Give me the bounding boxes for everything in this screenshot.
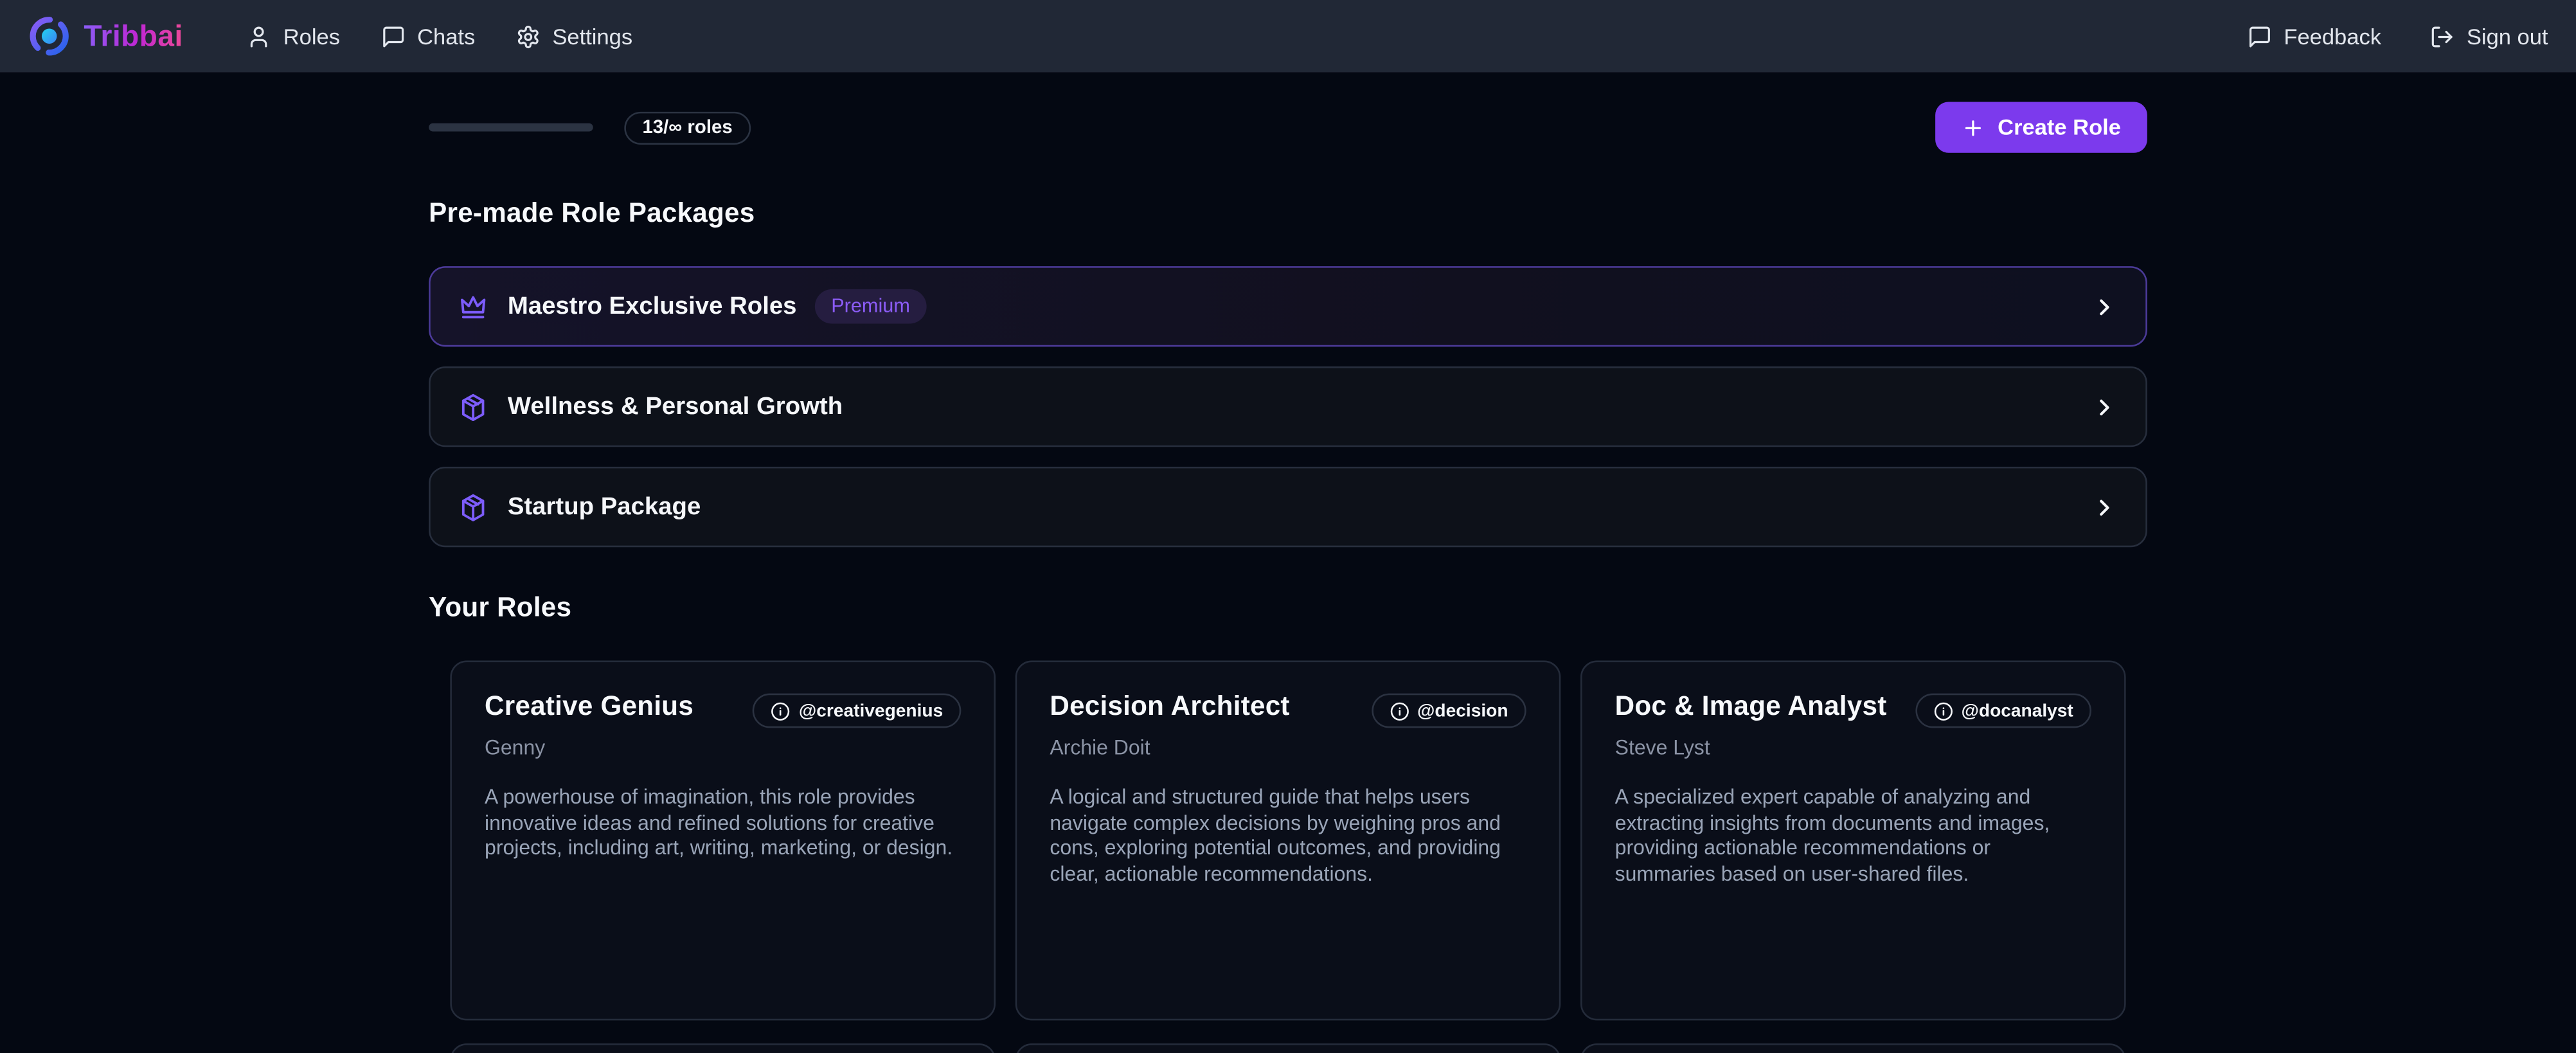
chevron-right-icon bbox=[2091, 494, 2118, 520]
role-card-doc-image-analyst[interactable]: Doc & Image Analyst @docanalyst Steve Ly… bbox=[1580, 661, 2126, 1021]
role-card-decision-architect[interactable]: Decision Architect @decision Archie Doit… bbox=[1015, 661, 1561, 1021]
nav-links: Roles Chats Settings bbox=[247, 24, 632, 48]
info-icon bbox=[1933, 701, 1953, 721]
create-role-label: Create Role bbox=[1998, 115, 2121, 140]
package-label: Maestro Exclusive Roles bbox=[508, 292, 797, 320]
role-cards-grid-partial bbox=[429, 1043, 2147, 1053]
feedback-label: Feedback bbox=[2284, 24, 2381, 48]
premium-badge: Premium bbox=[815, 289, 927, 324]
user-icon bbox=[247, 24, 271, 48]
roles-count-badge: 13/∞ roles bbox=[624, 111, 751, 144]
role-card-partial[interactable] bbox=[450, 1043, 996, 1053]
main-content: 13/∞ roles Create Role Pre-made Role Pac… bbox=[429, 72, 2147, 1053]
brand-name: Tribbai bbox=[84, 19, 183, 53]
role-card-creative-genius[interactable]: Creative Genius @creativegenius Genny A … bbox=[450, 661, 996, 1021]
role-handle-badge[interactable]: @decision bbox=[1371, 694, 1526, 728]
crown-icon bbox=[458, 292, 488, 321]
roles-meter-row: 13/∞ roles Create Role bbox=[429, 102, 2147, 152]
package-label: Startup Package bbox=[508, 493, 701, 521]
create-role-button[interactable]: Create Role bbox=[1935, 102, 2147, 152]
chevron-right-icon bbox=[2091, 393, 2118, 420]
package-row-maestro[interactable]: Maestro Exclusive Roles Premium bbox=[429, 266, 2147, 346]
nav-item-chats[interactable]: Chats bbox=[381, 24, 475, 48]
nav-item-label: Chats bbox=[417, 24, 475, 48]
info-icon bbox=[771, 701, 791, 721]
info-icon bbox=[1390, 701, 1409, 721]
nav-item-settings[interactable]: Settings bbox=[516, 24, 632, 48]
card-header: Creative Genius @creativegenius bbox=[485, 692, 961, 728]
role-subtitle: Steve Lyst bbox=[1615, 736, 2091, 759]
signout-label: Sign out bbox=[2467, 24, 2548, 48]
role-handle-badge[interactable]: @docanalyst bbox=[1915, 694, 2091, 728]
brand-logo[interactable]: Tribbai bbox=[28, 15, 183, 57]
package-label: Wellness & Personal Growth bbox=[508, 393, 843, 420]
plus-icon bbox=[1962, 116, 1985, 139]
brand-logo-icon bbox=[28, 15, 70, 57]
feedback-bubble-icon bbox=[2248, 24, 2272, 48]
role-title: Doc & Image Analyst bbox=[1615, 692, 1887, 723]
package-row-startup[interactable]: Startup Package bbox=[429, 467, 2147, 547]
signout-button[interactable]: Sign out bbox=[2431, 24, 2548, 48]
package-box-icon bbox=[458, 392, 488, 422]
navbar: Tribbai Roles Chats bbox=[0, 0, 2576, 72]
nav-item-label: Settings bbox=[552, 24, 632, 48]
role-title: Decision Architect bbox=[1050, 692, 1289, 723]
card-header: Decision Architect @decision bbox=[1050, 692, 1526, 728]
chevron-right-icon bbox=[2091, 293, 2118, 320]
role-handle-badge[interactable]: @creativegenius bbox=[753, 694, 961, 728]
role-handle: @decision bbox=[1417, 701, 1508, 721]
logout-icon bbox=[2431, 24, 2455, 48]
role-description: A logical and structured guide that help… bbox=[1050, 786, 1526, 888]
role-description: A specialized expert capable of analyzin… bbox=[1615, 786, 2091, 888]
feedback-button[interactable]: Feedback bbox=[2248, 24, 2381, 48]
nav-item-label: Roles bbox=[283, 24, 340, 48]
page: Tribbai Roles Chats bbox=[0, 0, 2576, 1053]
role-cards-grid: Creative Genius @creativegenius Genny A … bbox=[429, 661, 2147, 1021]
chat-bubble-icon bbox=[381, 24, 406, 48]
nav-item-roles[interactable]: Roles bbox=[247, 24, 339, 48]
navbar-right: Feedback Sign out bbox=[2248, 24, 2548, 48]
package-row-wellness[interactable]: Wellness & Personal Growth bbox=[429, 366, 2147, 447]
role-title: Creative Genius bbox=[485, 692, 693, 723]
role-subtitle: Genny bbox=[485, 736, 961, 759]
role-description: A powerhouse of imagination, this role p… bbox=[485, 786, 961, 863]
roles-progress-bar bbox=[429, 123, 593, 132]
role-handle: @docanalyst bbox=[1961, 701, 2073, 721]
gear-icon bbox=[516, 24, 541, 48]
your-roles-section-title: Your Roles bbox=[429, 593, 2147, 625]
role-handle: @creativegenius bbox=[799, 701, 943, 721]
role-card-partial[interactable] bbox=[1580, 1043, 2126, 1053]
card-header: Doc & Image Analyst @docanalyst bbox=[1615, 692, 2091, 728]
package-box-icon bbox=[458, 492, 488, 522]
packages-section-title: Pre-made Role Packages bbox=[429, 199, 2147, 230]
role-card-partial[interactable] bbox=[1015, 1043, 1561, 1053]
role-subtitle: Archie Doit bbox=[1050, 736, 1526, 759]
